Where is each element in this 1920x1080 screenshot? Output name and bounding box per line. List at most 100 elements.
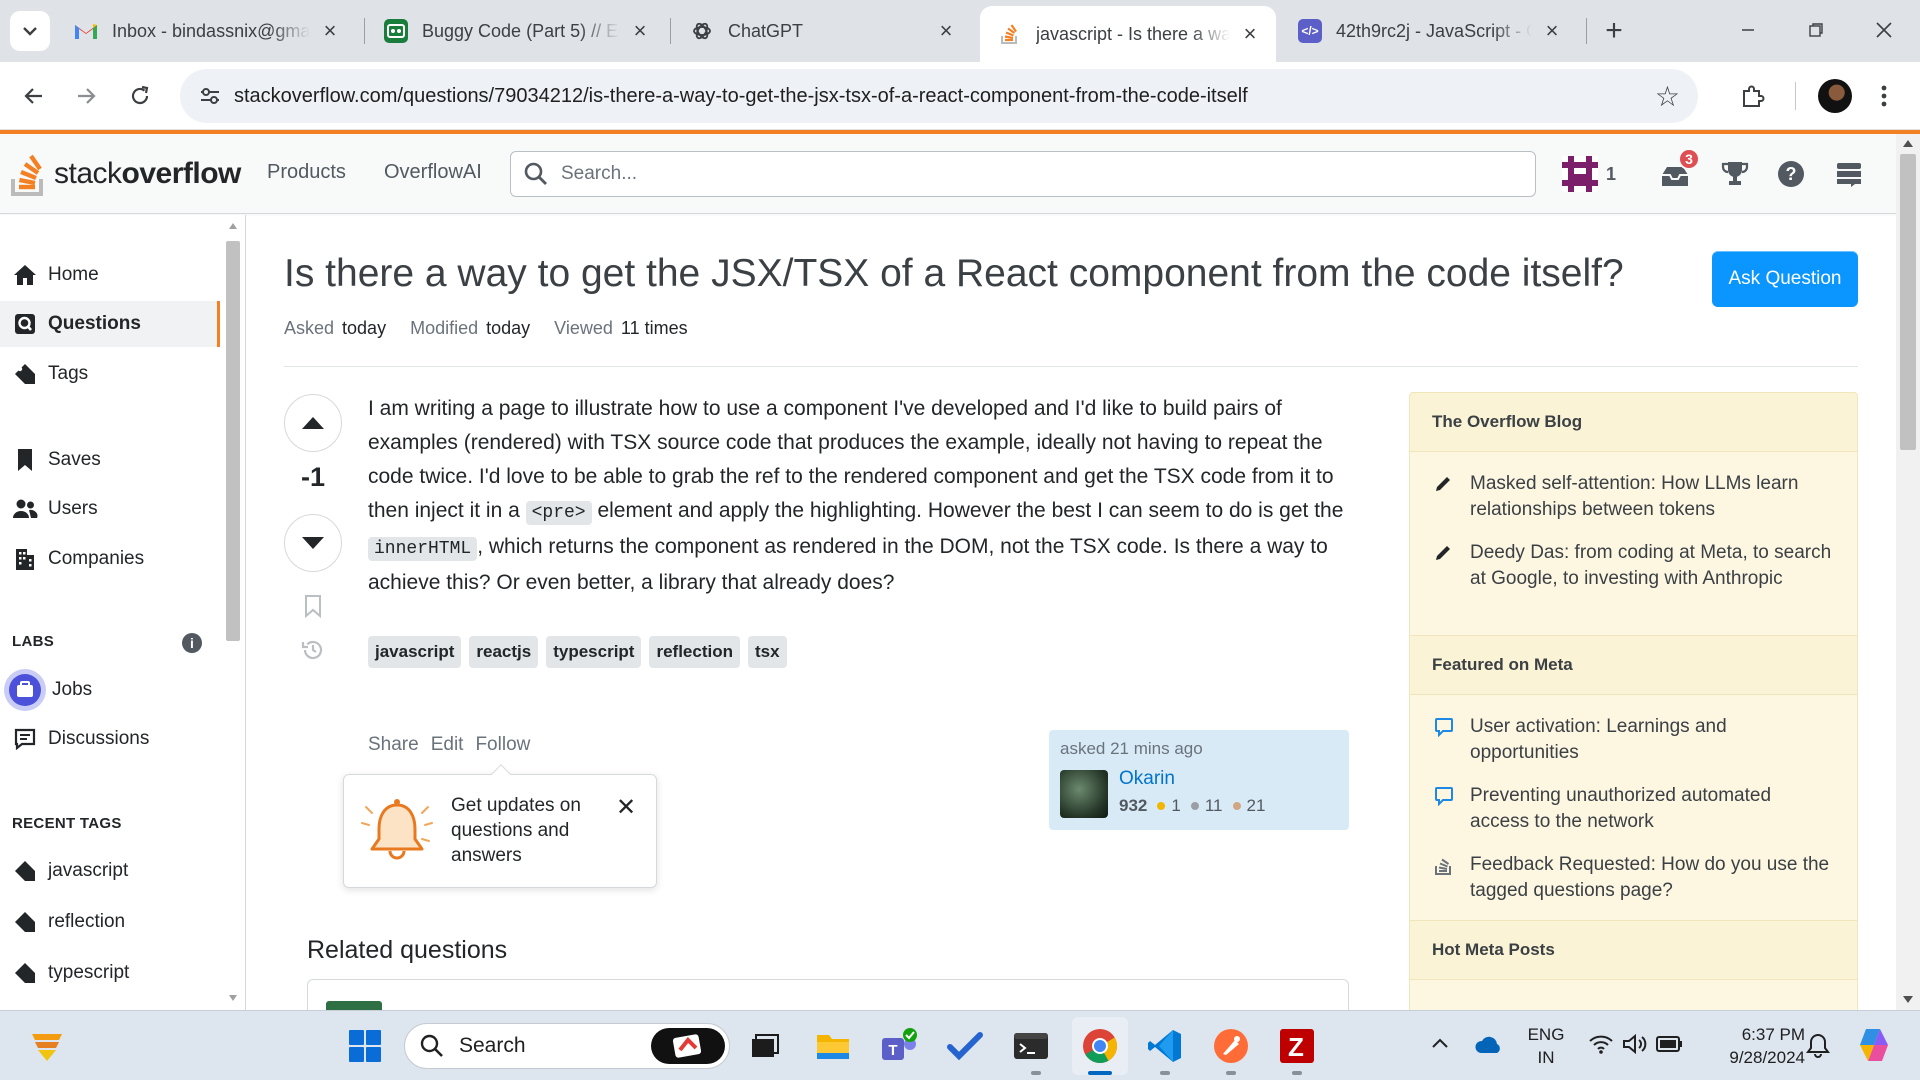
nav-products[interactable]: Products <box>267 161 346 184</box>
widgets-button[interactable] <box>26 1025 68 1067</box>
scroll-up-icon[interactable] <box>1903 140 1913 147</box>
extensions-button[interactable] <box>1731 74 1775 118</box>
meta-item[interactable]: User activation: Learnings and opportuni… <box>1434 714 1834 766</box>
close-tab-icon[interactable]: × <box>1540 18 1564 44</box>
sidebar-item-companies[interactable]: Companies <box>0 536 220 582</box>
tab-title: Buggy Code (Part 5) // Educative <box>422 20 620 41</box>
share-link[interactable]: Share <box>368 734 419 756</box>
stackoverflow-logo[interactable]: stackoverflow <box>10 148 241 200</box>
browser-menu-button[interactable] <box>1862 74 1906 118</box>
notification-bell-icon[interactable] <box>1806 1033 1830 1059</box>
edit-link[interactable]: Edit <box>431 734 464 756</box>
meta-item[interactable]: Feedback Requested: How do you use the t… <box>1434 852 1834 904</box>
owner-name[interactable]: Okarin <box>1119 768 1175 790</box>
taskbar-app-filezilla[interactable]: Z <box>1276 1025 1318 1067</box>
taskbar-app-terminal[interactable] <box>1010 1025 1052 1067</box>
minimize-button[interactable] <box>1718 10 1778 50</box>
site-switcher-button[interactable] <box>1829 154 1869 194</box>
wifi-icon[interactable] <box>1588 1033 1614 1055</box>
bookmark-star-icon[interactable]: ☆ <box>1655 80 1680 113</box>
tab-stackoverflow[interactable]: javascript - Is there a way to get × <box>980 6 1276 62</box>
blog-item[interactable]: Masked self-attention: How LLMs learn re… <box>1434 471 1834 523</box>
taskbar-app-vscode[interactable] <box>1144 1025 1186 1067</box>
sidebar-item-saves[interactable]: Saves <box>0 437 220 483</box>
blog-item[interactable]: Deedy Das: from coding at Meta, to searc… <box>1434 540 1834 592</box>
scroll-up-icon[interactable] <box>229 223 237 229</box>
start-button[interactable] <box>344 1025 386 1067</box>
close-tab-icon[interactable]: × <box>318 18 342 44</box>
achievements-button[interactable] <box>1715 154 1755 194</box>
back-button[interactable] <box>12 74 56 118</box>
recent-tag-reflection[interactable]: reflection <box>0 899 220 945</box>
page-scrollbar[interactable] <box>1896 134 1920 1010</box>
inbox-button[interactable]: 3 <box>1656 148 1700 194</box>
new-tab-button[interactable]: + <box>1594 14 1634 48</box>
nav-overflowai[interactable]: OverflowAI <box>384 161 482 184</box>
tab-chatgpt[interactable]: ChatGPT × <box>672 6 972 56</box>
close-icon[interactable]: ✕ <box>616 793 636 822</box>
sidebar-item-label: Discussions <box>48 728 150 749</box>
ask-question-button[interactable]: Ask Question <box>1712 251 1858 307</box>
tag-typescript[interactable]: typescript <box>546 636 642 668</box>
sidebar-scrollbar[interactable] <box>224 215 242 1010</box>
volume-icon[interactable] <box>1622 1033 1648 1055</box>
scrollbar-thumb[interactable] <box>1900 154 1916 450</box>
recent-tag-typescript[interactable]: typescript <box>0 950 220 996</box>
tab-search-button[interactable] <box>10 11 50 51</box>
profile-avatar[interactable] <box>1818 79 1852 113</box>
sidebar-item-jobs[interactable]: Jobs <box>0 667 220 713</box>
user-profile-link[interactable]: 1 <box>1562 154 1638 194</box>
recent-tag-javascript[interactable]: javascript <box>0 848 220 894</box>
scrollbar-thumb[interactable] <box>226 241 240 641</box>
sidebar-item-questions[interactable]: Questions <box>0 301 220 347</box>
taskbar-app-explorer[interactable] <box>812 1025 854 1067</box>
question-title[interactable]: Is there a way to get the JSX/TSX of a R… <box>284 252 1624 296</box>
taskbar-app-todo[interactable] <box>944 1025 986 1067</box>
copilot-icon[interactable] <box>1854 1025 1894 1065</box>
meta-item[interactable]: Preventing unauthorized automated access… <box>1434 783 1834 835</box>
tag-reflection[interactable]: reflection <box>649 636 740 668</box>
tab-educative[interactable]: Buggy Code (Part 5) // Educative × <box>366 6 666 56</box>
task-view-button[interactable] <box>744 1025 786 1067</box>
chevron-up-icon[interactable] <box>1431 1037 1449 1049</box>
info-icon[interactable]: i <box>182 633 202 653</box>
tag-reactjs[interactable]: reactjs <box>469 636 539 668</box>
downvote-button[interactable] <box>284 514 342 572</box>
sidebar-item-discussions[interactable]: Discussions <box>0 716 220 762</box>
system-clock[interactable]: 6:37 PM 9/28/2024 <box>1685 1023 1805 1069</box>
bookmark-icon[interactable] <box>301 594 325 618</box>
follow-link[interactable]: Follow <box>475 734 530 756</box>
onedrive-icon[interactable] <box>1474 1033 1504 1055</box>
language-indicator[interactable]: ENG IN <box>1525 1023 1567 1069</box>
close-tab-icon[interactable]: × <box>934 18 958 44</box>
taskbar-app-postman[interactable] <box>1210 1025 1252 1067</box>
tab-gmail[interactable]: Inbox - bindassnix@gmail.com × <box>56 6 356 56</box>
tag-javascript[interactable]: javascript <box>368 636 462 668</box>
sidebar-item-tags[interactable]: Tags <box>0 351 220 397</box>
upvote-button[interactable] <box>284 394 342 452</box>
history-icon[interactable] <box>301 638 325 662</box>
help-button[interactable]: ? <box>1771 154 1811 194</box>
close-tab-icon[interactable]: × <box>628 18 652 44</box>
close-tab-icon[interactable]: × <box>1238 21 1262 47</box>
puzzle-icon <box>1743 85 1765 107</box>
reload-button[interactable] <box>118 74 162 118</box>
scroll-down-icon[interactable] <box>229 995 237 1001</box>
site-search-input[interactable]: Search... <box>510 151 1536 197</box>
taskbar-search[interactable]: Search <box>404 1023 730 1069</box>
taskbar-app-chrome[interactable] <box>1079 1025 1121 1067</box>
site-info-icon[interactable] <box>198 84 222 108</box>
battery-icon[interactable] <box>1656 1035 1684 1053</box>
scroll-down-icon[interactable] <box>1903 996 1913 1003</box>
forward-button[interactable] <box>64 74 108 118</box>
close-window-button[interactable] <box>1854 10 1914 50</box>
taskbar-app-teams[interactable]: T <box>878 1025 920 1067</box>
tag-tsx[interactable]: tsx <box>748 636 787 668</box>
restore-button[interactable] <box>1786 10 1846 50</box>
meta-value[interactable]: today <box>486 318 530 338</box>
address-bar[interactable]: stackoverflow.com/questions/79034212/is-… <box>180 69 1698 123</box>
avatar[interactable] <box>1060 770 1108 818</box>
sidebar-item-home[interactable]: Home <box>0 252 220 298</box>
tab-onecompiler[interactable]: </> 42th9rc2j - JavaScript - OneCompiler… <box>1280 6 1578 56</box>
sidebar-item-users[interactable]: Users <box>0 486 220 532</box>
